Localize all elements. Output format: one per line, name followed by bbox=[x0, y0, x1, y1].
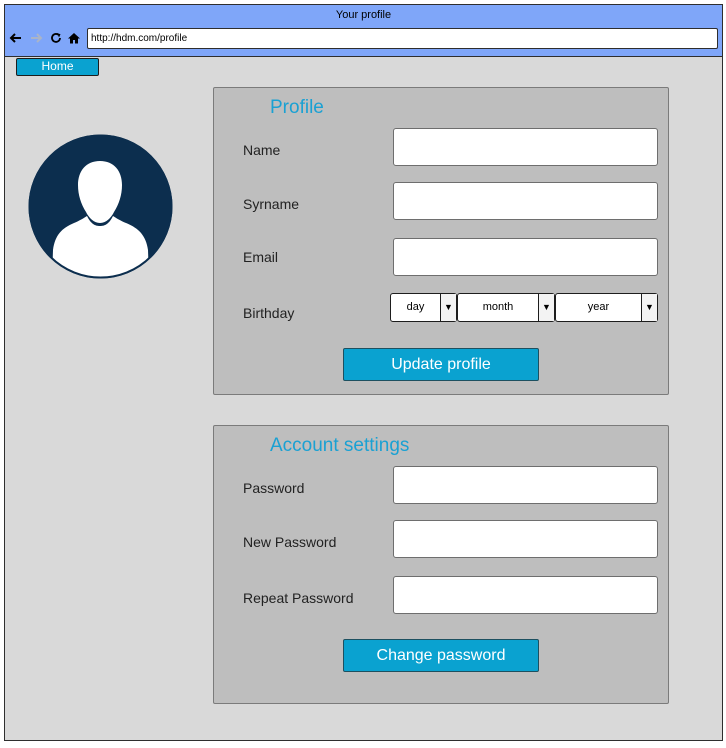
password-field[interactable] bbox=[393, 466, 658, 504]
chevron-down-icon: ▼ bbox=[440, 294, 456, 321]
new-password-label: New Password bbox=[243, 534, 337, 550]
repeat-password-field[interactable] bbox=[393, 576, 658, 614]
reload-icon[interactable] bbox=[49, 31, 63, 47]
name-field[interactable] bbox=[393, 128, 658, 166]
syrname-field[interactable] bbox=[393, 182, 658, 220]
user-avatar-icon bbox=[27, 134, 174, 279]
syrname-label: Syrname bbox=[243, 196, 300, 212]
account-settings-panel: Account settings Password New Password R… bbox=[213, 425, 669, 704]
year-select-value: year bbox=[587, 301, 610, 313]
account-settings-title: Account settings bbox=[270, 435, 410, 456]
birthday-year-select[interactable]: year ▼ bbox=[555, 293, 658, 322]
home-icon[interactable] bbox=[67, 31, 81, 47]
new-password-field[interactable] bbox=[393, 520, 658, 558]
name-label: Name bbox=[243, 142, 281, 158]
url-input[interactable] bbox=[87, 28, 718, 49]
repeat-password-label: Repeat Password bbox=[243, 590, 354, 606]
browser-window: Your profile Home Profile Name bbox=[4, 4, 723, 741]
title-bar: Your profile bbox=[5, 5, 722, 57]
email-field[interactable] bbox=[393, 238, 658, 276]
change-password-button[interactable]: Change password bbox=[343, 639, 539, 672]
profile-panel: Profile Name Syrname Email Birthday day … bbox=[213, 87, 669, 395]
forward-icon[interactable] bbox=[29, 31, 43, 47]
profile-title: Profile bbox=[270, 97, 324, 118]
chevron-down-icon: ▼ bbox=[641, 294, 657, 321]
home-button[interactable]: Home bbox=[16, 58, 99, 76]
day-select-value: day bbox=[406, 301, 425, 313]
birthday-month-select[interactable]: month ▼ bbox=[457, 293, 555, 322]
window-title: Your profile bbox=[335, 9, 392, 21]
birthday-label: Birthday bbox=[243, 305, 295, 321]
chevron-down-icon: ▼ bbox=[538, 294, 554, 321]
update-profile-button[interactable]: Update profile bbox=[343, 348, 539, 381]
password-label: Password bbox=[243, 480, 305, 496]
month-select-value: month bbox=[482, 301, 514, 313]
back-icon[interactable] bbox=[9, 31, 23, 47]
birthday-day-select[interactable]: day ▼ bbox=[390, 293, 457, 322]
email-label: Email bbox=[243, 249, 279, 265]
